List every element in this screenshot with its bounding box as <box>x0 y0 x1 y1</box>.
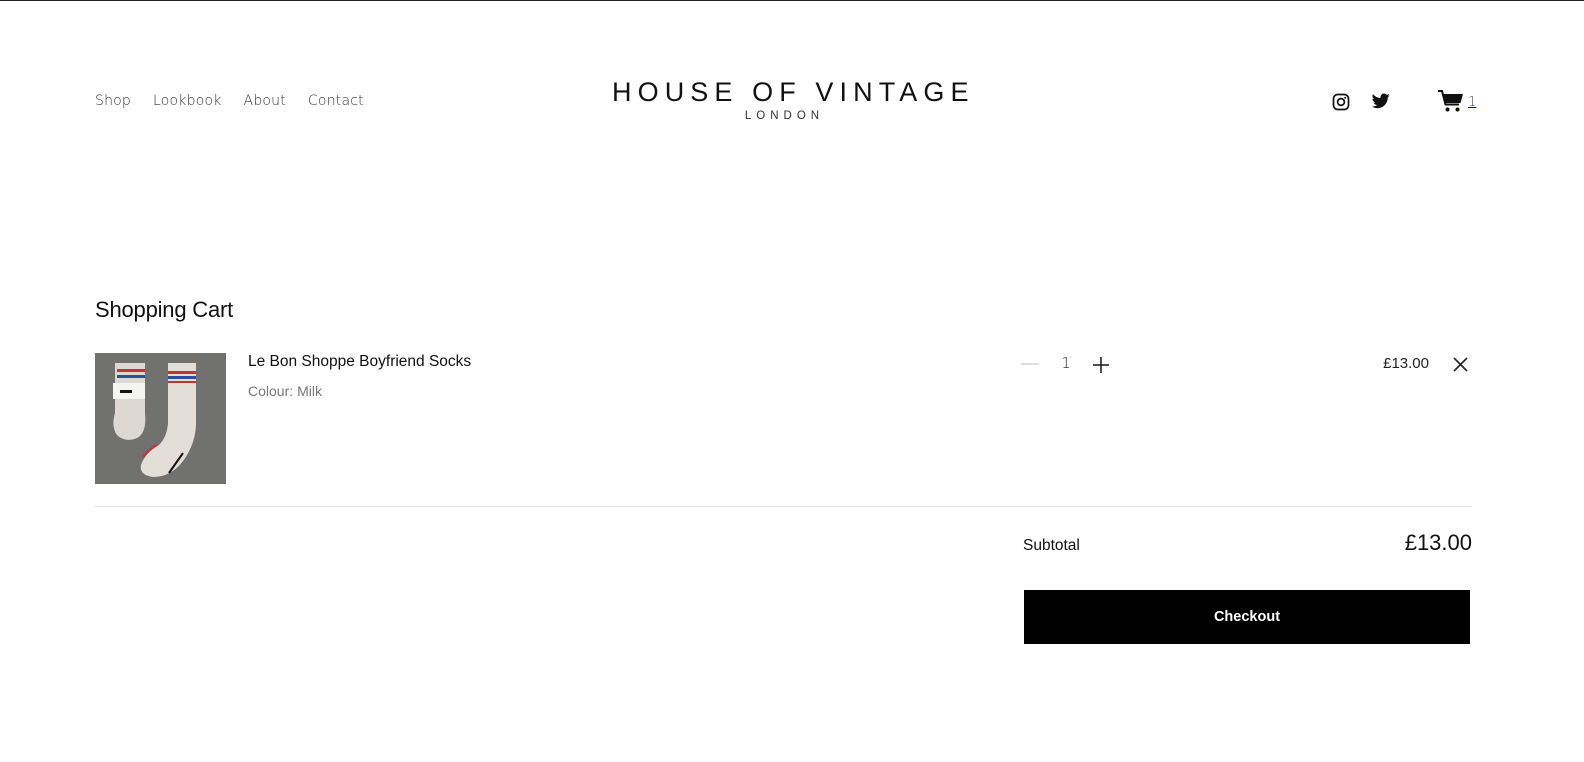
site-logo[interactable]: HOUSE OF VINTAGE LONDON <box>612 77 975 122</box>
instagram-icon[interactable] <box>1332 93 1350 111</box>
product-name[interactable]: Le Bon Shoppe Boyfriend Socks <box>248 353 471 371</box>
quantity-value[interactable]: 1 <box>1055 354 1077 372</box>
variant-label: Colour: <box>248 383 294 399</box>
cart-count: 1 <box>1468 95 1477 110</box>
page-title: Shopping Cart <box>95 297 234 322</box>
product-thumbnail[interactable] <box>95 353 226 484</box>
nav-about[interactable]: About <box>244 93 286 109</box>
subtotal-value: £13.00 <box>1404 530 1472 555</box>
cart-icon <box>1438 90 1463 112</box>
subtotal-label: Subtotal <box>1023 537 1080 554</box>
item-price: £13.00 <box>1383 355 1429 372</box>
main-nav: Shop Lookbook About Contact <box>95 93 364 109</box>
close-icon <box>1453 357 1468 372</box>
plus-icon <box>1093 357 1109 373</box>
nav-contact[interactable]: Contact <box>308 93 364 109</box>
quantity-decrease-button[interactable] <box>1020 355 1040 373</box>
logo-subtitle: LONDON <box>744 110 825 122</box>
cart-link[interactable]: 1 <box>1437 89 1476 113</box>
product-variant: Colour: Milk <box>248 383 322 399</box>
nav-shop[interactable]: Shop <box>95 93 131 109</box>
variant-value: Milk <box>297 383 323 399</box>
logo-title: HOUSE OF VINTAGE <box>612 77 975 107</box>
twitter-icon[interactable] <box>1371 93 1390 111</box>
checkout-button[interactable]: Checkout <box>1024 590 1470 644</box>
divider <box>95 506 1472 507</box>
nav-lookbook[interactable]: Lookbook <box>153 93 222 109</box>
minus-icon <box>1021 363 1039 365</box>
scrollbar[interactable] <box>1568 1 1584 762</box>
remove-item-button[interactable] <box>1452 356 1469 373</box>
quantity-increase-button[interactable] <box>1091 355 1111 375</box>
